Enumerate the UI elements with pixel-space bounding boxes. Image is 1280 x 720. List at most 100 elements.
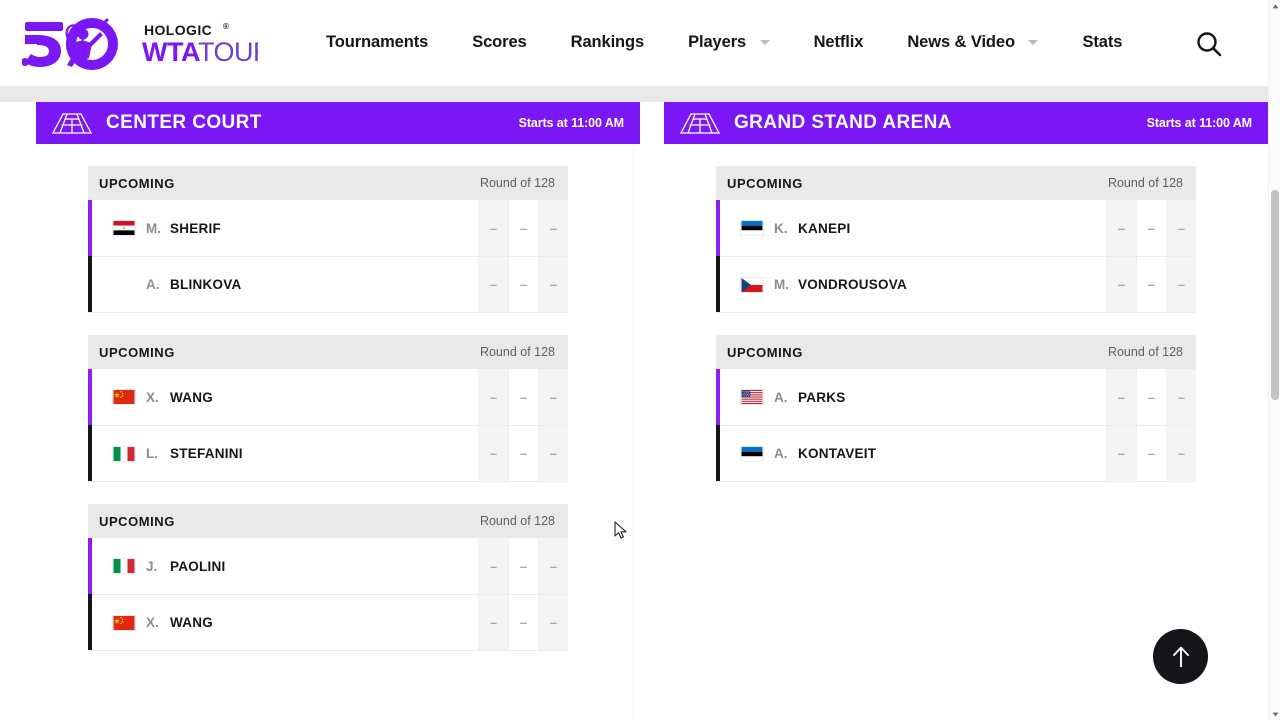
match-card-list: UPCOMING Round of 128 M. SHERIF – – – A.… xyxy=(36,144,640,651)
score-set-3: – xyxy=(538,426,568,481)
score-set-3: – xyxy=(1166,200,1196,256)
score-set-2: – xyxy=(1136,200,1166,256)
status-badge: UPCOMING xyxy=(727,175,803,191)
match-card-list: UPCOMING Round of 128 K. KANEPI – – – M.… xyxy=(664,144,1268,482)
flag-chn-icon xyxy=(112,389,136,405)
status-badge: UPCOMING xyxy=(99,344,175,360)
score-set-1: – xyxy=(1106,426,1136,481)
player-row[interactable]: X. WANG – – – xyxy=(92,369,568,425)
player-name: WANG xyxy=(170,389,213,405)
score-set-1: – xyxy=(478,369,508,425)
nav-item-scores[interactable]: Scores xyxy=(450,23,548,62)
nav-label: Tournaments xyxy=(326,32,429,51)
scrollbar-down-arrow[interactable] xyxy=(1269,708,1280,720)
player-rows: K. KANEPI – – – M. VONDROUSOVA – – – xyxy=(720,200,1196,312)
score-set-3: – xyxy=(538,257,568,312)
player-initial: K. xyxy=(774,220,788,236)
search-icon xyxy=(1197,32,1222,57)
score-set-2: – xyxy=(508,257,538,312)
nav-item-players[interactable]: Players xyxy=(666,23,792,62)
match-card[interactable]: UPCOMING Round of 128 xyxy=(88,166,568,313)
match-card[interactable]: UPCOMING Round of 128 xyxy=(88,335,568,482)
match-card[interactable]: UPCOMING Round of 128 K. KANEPI – – – M.… xyxy=(716,166,1196,313)
score-set-2: – xyxy=(508,200,538,256)
score-set-1: – xyxy=(478,426,508,481)
flag-chn-icon xyxy=(112,614,136,631)
scrollbar-thumb[interactable] xyxy=(1271,190,1279,400)
status-badge: UPCOMING xyxy=(99,513,175,529)
player-initial: A. xyxy=(146,277,160,292)
score-set-1: – xyxy=(1106,257,1136,312)
score-set-2: – xyxy=(508,426,538,481)
player-initial: X. xyxy=(146,615,159,630)
score-set-3: – xyxy=(1166,257,1196,312)
sub-navigation-strip xyxy=(0,86,1268,105)
score-set-3: – xyxy=(1166,369,1196,425)
match-card[interactable]: UPCOMING Round of 128 xyxy=(716,335,1196,482)
player-row[interactable]: A. KONTAVEIT – – – xyxy=(720,425,1196,481)
round-label: Round of 128 xyxy=(1107,345,1183,359)
match-card-body: K. KANEPI – – – M. VONDROUSOVA – – – xyxy=(716,200,1196,313)
nav-item-news-video[interactable]: News & Video xyxy=(885,23,1060,62)
nav-label: News & Video xyxy=(907,32,1015,51)
player-rows: A. PARKS – – – A. KONTAVEIT – – – xyxy=(720,369,1196,481)
player-name: PAOLINI xyxy=(170,558,226,574)
round-label: Round of 128 xyxy=(479,176,555,190)
scrollbar-up-arrow[interactable] xyxy=(1269,0,1280,12)
player-info: X. WANG xyxy=(92,595,478,650)
court-header-center-court[interactable]: CENTER COURT Starts at 11:00 AM xyxy=(36,102,640,144)
player-row[interactable]: A. PARKS – – – xyxy=(720,369,1196,425)
nav-label: Stats xyxy=(1082,32,1123,51)
player-rows: M. SHERIF – – – A. BLINKOVA – – – xyxy=(92,200,568,312)
score-set-1: – xyxy=(478,257,508,312)
mouse-cursor xyxy=(614,521,627,539)
player-name: STEFANINI xyxy=(170,446,243,461)
round-label: Round of 128 xyxy=(1107,176,1183,190)
search-button[interactable] xyxy=(1194,29,1224,59)
nav-item-stats[interactable]: Stats xyxy=(1060,23,1144,62)
back-to-top-button[interactable] xyxy=(1153,629,1208,684)
score-set-2: – xyxy=(1136,257,1166,312)
court-column-center-court: CENTER COURT Starts at 11:00 AM UPCOMING… xyxy=(36,102,640,673)
player-row[interactable]: J. PAOLINI – – – xyxy=(92,538,568,594)
player-row[interactable]: A. BLINKOVA – – – xyxy=(92,256,568,312)
scroll-up-arrow-icon xyxy=(1271,4,1279,8)
court-header-grand-stand-arena[interactable]: GRAND STAND ARENA Starts at 11:00 AM xyxy=(664,102,1268,144)
player-initial: J. xyxy=(146,558,158,574)
player-initial: M. xyxy=(146,220,161,236)
wta-logo[interactable]: HOLOGIC ® WTA TOUR xyxy=(22,11,262,73)
player-row[interactable]: L. STEFANINI – – – xyxy=(92,425,568,481)
match-card-body: J. PAOLINI – – – X. WANG – – – xyxy=(88,538,568,651)
score-set-1: – xyxy=(1106,369,1136,425)
player-name: VONDROUSOVA xyxy=(798,277,908,292)
flag-ita-icon xyxy=(112,558,136,574)
match-card-body: A. PARKS – – – A. KONTAVEIT – – – xyxy=(716,369,1196,482)
score-set-2: – xyxy=(1136,369,1166,425)
player-row[interactable]: K. KANEPI – – – xyxy=(720,200,1196,256)
player-row[interactable]: M. VONDROUSOVA – – – xyxy=(720,256,1196,312)
court-columns: CENTER COURT Starts at 11:00 AM UPCOMING… xyxy=(0,102,1268,673)
score-set-1: – xyxy=(478,538,508,594)
flag-usa-icon xyxy=(740,389,764,405)
player-info: X. WANG xyxy=(92,369,478,425)
player-row[interactable]: M. SHERIF – – – xyxy=(92,200,568,256)
player-rows: X. WANG – – – L. STEFANINI – – – xyxy=(92,369,568,481)
svg-text:WTA: WTA xyxy=(142,37,200,67)
nav-item-tournaments[interactable]: Tournaments xyxy=(304,23,450,62)
player-initial: L. xyxy=(146,446,158,461)
player-initial: A. xyxy=(774,389,788,405)
nav-label: Players xyxy=(688,32,747,51)
schedule-page: CENTER COURT Starts at 11:00 AM UPCOMING… xyxy=(0,102,1268,720)
player-row[interactable]: X. WANG – – – xyxy=(92,594,568,650)
tennis-court-icon xyxy=(51,113,93,134)
site-header: HOLOGIC ® WTA TOUR Tournaments Scores Ra… xyxy=(0,0,1268,85)
player-name: SHERIF xyxy=(170,220,222,236)
nav-item-rankings[interactable]: Rankings xyxy=(549,23,666,62)
score-set-3: – xyxy=(538,595,568,650)
player-name: KONTAVEIT xyxy=(798,446,877,461)
score-set-1: – xyxy=(478,200,508,256)
match-card[interactable]: UPCOMING Round of 128 J. PAOLINI – – – X… xyxy=(88,504,568,651)
flag-none-icon xyxy=(112,277,136,293)
page-scrollbar[interactable] xyxy=(1268,0,1280,720)
nav-item-netflix[interactable]: Netflix xyxy=(792,23,886,62)
